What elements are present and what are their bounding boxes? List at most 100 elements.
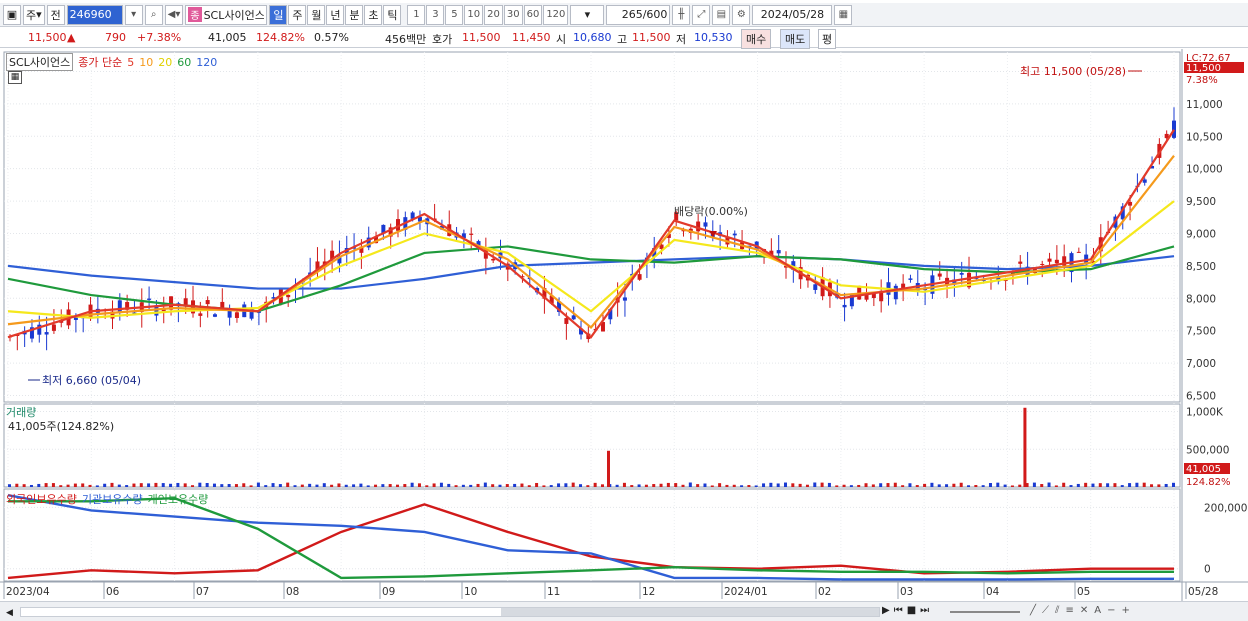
interval-tab[interactable]: 60: [523, 4, 543, 25]
volume-bar: [505, 484, 509, 487]
volume-spike: [607, 450, 610, 487]
volume-bar: [278, 484, 282, 487]
period-tab[interactable]: 틱: [383, 4, 402, 25]
speaker-icon[interactable]: ◀▾: [164, 4, 184, 25]
x-axis-label: 09: [382, 586, 395, 598]
candle-body: [842, 304, 847, 308]
text-tool-icon[interactable]: A: [1094, 605, 1101, 616]
stop-icon[interactable]: ■: [907, 605, 916, 616]
volume-bar: [937, 484, 941, 487]
interval-tab[interactable]: 120: [543, 4, 569, 25]
volume-bar: [476, 483, 480, 487]
volume-bar: [1142, 482, 1146, 487]
x-axis-label: 08: [286, 586, 299, 598]
x-axis-label: 11: [547, 586, 560, 598]
period-tab[interactable]: 초: [364, 4, 383, 25]
volume-bar: [857, 484, 861, 487]
volume-bar: [44, 483, 48, 487]
open-label: 시: [556, 33, 567, 46]
scroll-left-icon[interactable]: ◀: [6, 608, 13, 618]
volume-bar: [1010, 485, 1014, 487]
candle-type-icon[interactable]: ╫: [672, 4, 691, 25]
volume-bar: [51, 483, 55, 487]
interval-tab[interactable]: 10: [464, 4, 484, 25]
draw-tool-icon[interactable]: ⤢: [692, 4, 711, 25]
eval-button[interactable]: 평: [818, 29, 837, 49]
candle-body: [147, 298, 152, 300]
calendar-icon[interactable]: ▦: [834, 4, 853, 25]
volume-bar: [117, 484, 121, 487]
legend-ma10: 10: [139, 55, 154, 69]
volume-bar: [513, 483, 517, 487]
x-axis-label: 05/28: [1188, 586, 1218, 598]
price-tick-label: 7,000: [1186, 358, 1216, 370]
volume-bar: [169, 483, 173, 487]
cross-tool-icon[interactable]: ✕: [1080, 605, 1088, 616]
period-tab[interactable]: 년: [326, 4, 345, 25]
fib-tool-icon[interactable]: ≡: [1066, 605, 1074, 616]
buy-button[interactable]: 매수: [741, 29, 772, 49]
bid-label: 호가: [432, 33, 453, 46]
dropdown-icon[interactable]: ▾: [124, 4, 143, 25]
volume-bar: [234, 484, 238, 487]
rewind-icon[interactable]: ⏮: [894, 605, 903, 616]
volume-bar: [703, 483, 707, 487]
chart-area[interactable]: 6,500 7,000 7,500 8,000 8,500 9,000 9,500 10,00…: [0, 49, 1248, 601]
volume-bar: [945, 484, 949, 487]
volume-bar: [959, 482, 963, 487]
forward-icon[interactable]: ⏭: [920, 605, 929, 616]
volume-bar: [359, 483, 363, 487]
stock-name-field[interactable]: 종 SCL사이언스: [185, 4, 268, 25]
candle-body: [1076, 251, 1081, 253]
candle-body: [776, 250, 781, 254]
volume-bar: [22, 484, 26, 487]
save-icon[interactable]: ▤: [712, 4, 731, 25]
chart-canvas[interactable]: 6,500 7,000 7,500 8,000 8,500 9,000 9,500 10,00…: [0, 49, 1248, 601]
volume-bar: [674, 483, 678, 487]
interval-tab[interactable]: 30: [503, 4, 523, 25]
trend-tool-icon[interactable]: ⟋: [1042, 605, 1049, 616]
price-tick-label: 9,000: [1186, 228, 1216, 240]
count-total: /600: [642, 8, 668, 21]
interval-tab[interactable]: 1: [407, 4, 426, 25]
period-tab[interactable]: 월: [307, 4, 326, 25]
volume-value-text: 41,005주(124.82%): [8, 420, 115, 433]
volume-bar: [396, 484, 399, 487]
period-tab[interactable]: 분: [345, 4, 364, 25]
volume-bar: [498, 484, 502, 487]
amount-value: 456백만: [385, 33, 427, 46]
period-tab[interactable]: 주: [288, 4, 307, 25]
candle-body: [937, 273, 942, 277]
count-field[interactable]: 265/600: [606, 4, 671, 25]
volume-bar: [469, 484, 473, 487]
zoom-out-icon[interactable]: −: [1107, 605, 1115, 616]
scroll-track[interactable]: [20, 607, 880, 617]
scroll-thumb[interactable]: [501, 608, 879, 616]
interval-dropdown[interactable]: ▾: [570, 4, 605, 25]
sell-button[interactable]: 매도: [780, 29, 811, 49]
volume-bar: [176, 482, 180, 487]
zoom-in-icon[interactable]: +: [1122, 605, 1130, 616]
date-field[interactable]: 2024/05/28: [752, 4, 833, 25]
volume-bar: [293, 485, 297, 487]
window-menu-icon[interactable]: ▣: [3, 4, 21, 25]
search-icon[interactable]: ⌕: [144, 4, 163, 25]
line-tool-icon[interactable]: ╱: [1030, 605, 1036, 616]
period-select[interactable]: 주 ▾: [23, 4, 45, 25]
volume-bar: [871, 484, 875, 487]
interval-tab[interactable]: 3: [426, 4, 445, 25]
legend-institution: 기관보유수량: [81, 493, 143, 506]
gear-icon[interactable]: ⚙: [732, 4, 751, 25]
prev-button[interactable]: 전: [46, 4, 65, 25]
channel-tool-icon[interactable]: ⫽: [1055, 605, 1059, 616]
table-icon[interactable]: ▦: [8, 71, 22, 84]
interval-tab[interactable]: 5: [445, 4, 464, 25]
period-tab[interactable]: 일: [269, 4, 288, 25]
stock-code-input[interactable]: 246960: [66, 4, 123, 25]
volume-bar: [1150, 484, 1154, 487]
volume-bar: [344, 484, 348, 487]
volume-bar: [103, 483, 107, 487]
play-icon[interactable]: ▶: [882, 605, 890, 616]
interval-tab[interactable]: 20: [484, 4, 503, 25]
zoom-slider[interactable]: [950, 611, 1020, 613]
